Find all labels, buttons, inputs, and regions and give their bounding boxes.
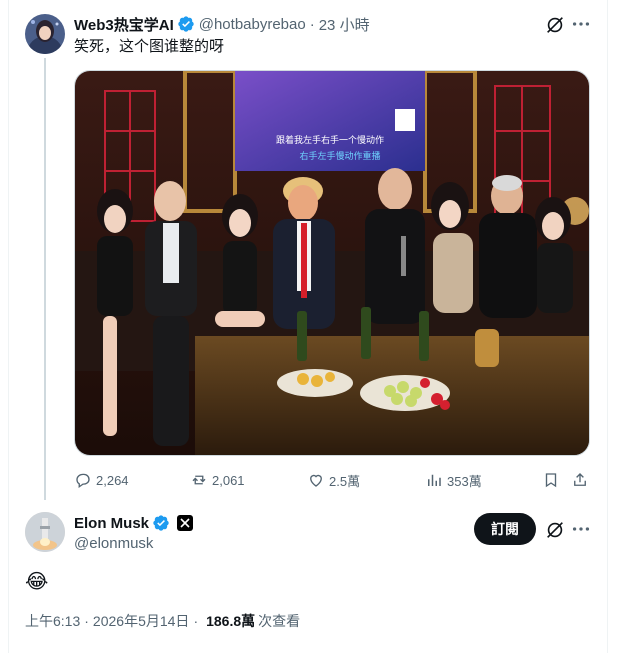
tweet-photo[interactable]: 跟着我左手右手一个慢动作 右手左手慢动作重播 xyxy=(74,70,590,456)
separator: · xyxy=(309,15,315,33)
like-count: 2.5萬 xyxy=(329,473,361,489)
repost-button[interactable]: 2,061 xyxy=(190,468,245,492)
views-button[interactable]: 353萬 xyxy=(425,468,482,492)
views-label: 次查看 xyxy=(258,613,301,629)
tweet-meta: 上午6:13 · 2026年5月14日 · 186.8萬 次查看 xyxy=(25,611,300,631)
share-icon xyxy=(574,473,586,486)
reply-button[interactable]: 2,264 xyxy=(74,468,129,492)
subscribe-button[interactable]: 訂閱 xyxy=(474,513,536,545)
avatar[interactable] xyxy=(25,14,65,54)
share-button[interactable] xyxy=(571,468,593,492)
views-count: 186.8萬 xyxy=(206,613,256,629)
timestamp[interactable]: 23 小時 xyxy=(319,14,370,35)
handle[interactable]: @elonmusk xyxy=(74,535,153,552)
display-name[interactable]: Web3热宝学AI xyxy=(74,14,174,35)
verified-badge-icon xyxy=(178,16,194,32)
tweet-time[interactable]: 上午6:13 xyxy=(25,611,80,631)
reply-count: 2,264 xyxy=(96,472,129,488)
more-icon[interactable] xyxy=(570,518,592,540)
tweet-header: Web3热宝学AI @hotbabyrebao · 23 小時 xyxy=(74,14,370,34)
tweet-text: 😂 xyxy=(25,571,49,593)
more-icon[interactable] xyxy=(570,13,592,35)
avatar[interactable] xyxy=(25,512,65,552)
screen-lyric-2: 右手左手慢动作重播 xyxy=(299,150,380,162)
tweet-actions: 2,264 2,061 2.5萬 353萬 xyxy=(74,468,594,492)
bookmark-button[interactable] xyxy=(542,468,564,492)
grok-icon[interactable] xyxy=(544,14,566,36)
like-icon xyxy=(310,474,322,487)
tweet-header: Elon Musk xyxy=(74,513,194,533)
tweet-date[interactable]: 2026年5月14日 xyxy=(93,611,190,631)
display-name[interactable]: Elon Musk xyxy=(74,515,149,532)
separator: · xyxy=(193,613,199,629)
grok-icon[interactable] xyxy=(544,519,566,541)
separator: · xyxy=(84,613,89,629)
tweet-text: 笑死，这个图谁整的呀 xyxy=(74,38,225,55)
x-logo-icon xyxy=(177,515,194,531)
repost-icon xyxy=(192,475,206,485)
reply-icon xyxy=(76,473,90,489)
repost-count: 2,061 xyxy=(212,472,245,488)
like-button[interactable]: 2.5萬 xyxy=(307,468,360,492)
bookmark-icon xyxy=(545,473,557,488)
verified-badge-icon xyxy=(153,515,169,531)
screen-lyric-1: 跟着我左手右手一个慢动作 xyxy=(276,134,384,146)
views-icon xyxy=(428,474,441,486)
thread-connector xyxy=(44,58,46,500)
views-count: 353萬 xyxy=(447,473,482,489)
handle[interactable]: @hotbabyrebao xyxy=(199,16,306,33)
